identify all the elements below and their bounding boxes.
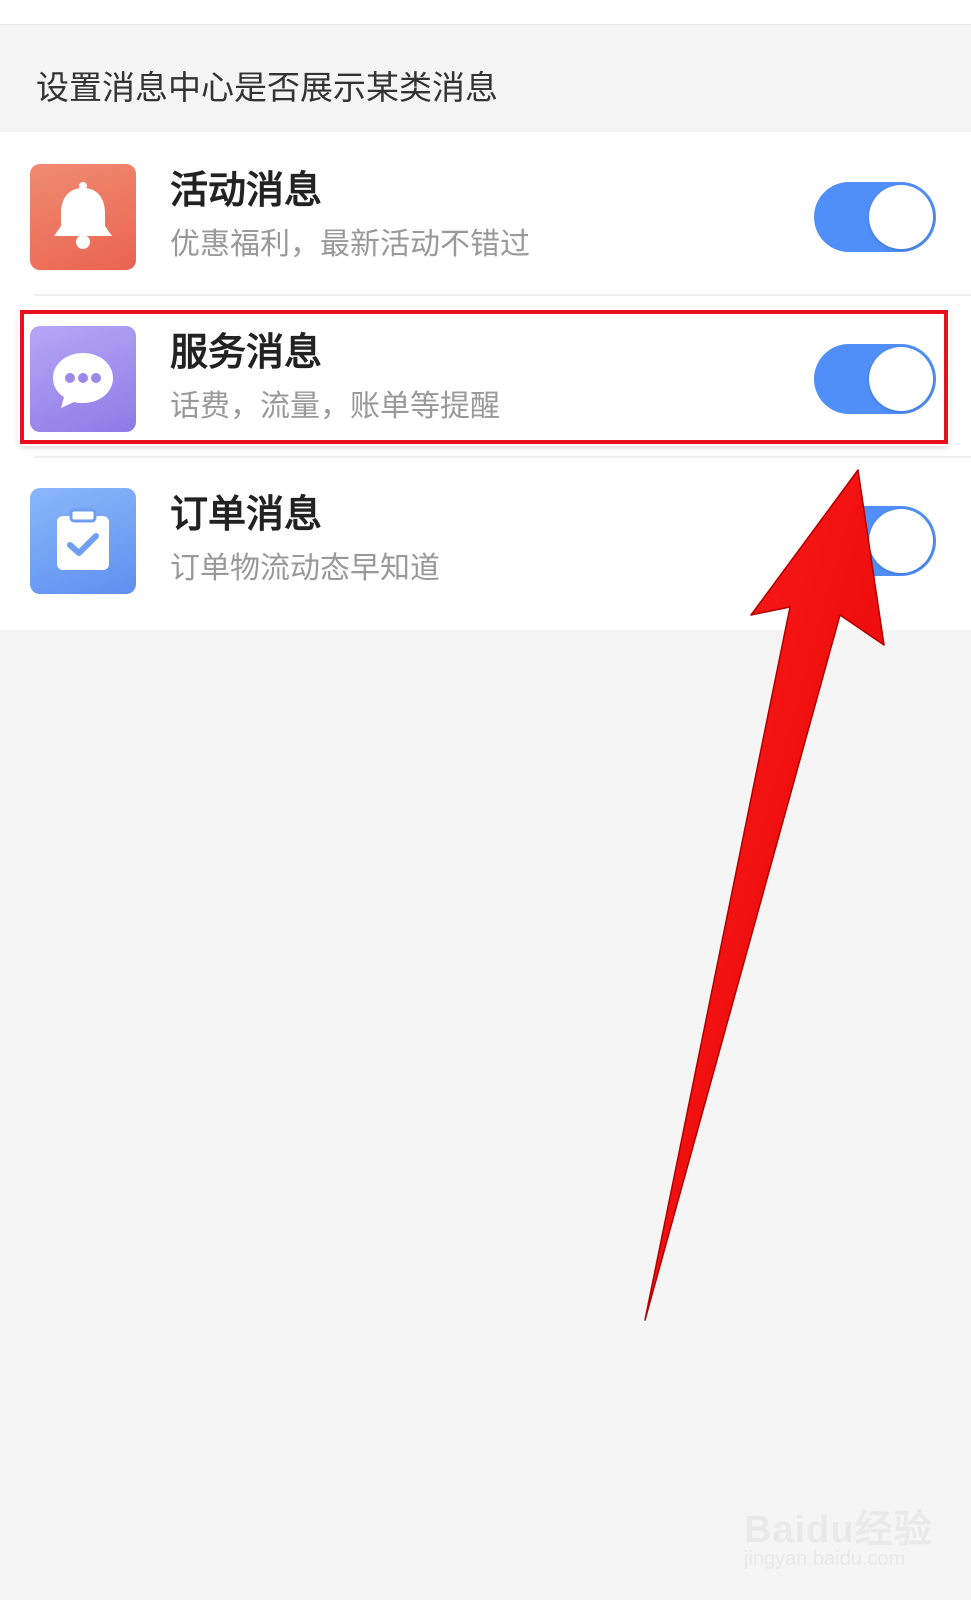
row-subtitle: 话费，流量，账单等提醒 [170, 389, 500, 424]
row-title: 订单消息 [170, 492, 323, 536]
clipboard-check-icon [30, 488, 136, 594]
service-messages-toggle[interactable] [814, 344, 936, 414]
activity-messages-toggle[interactable] [814, 182, 936, 252]
list-item-service-messages: 服务消息 话费，流量，账单等提醒 [0, 294, 971, 458]
toggle-knob [869, 347, 933, 411]
row-title: 服务消息 [170, 330, 323, 374]
top-strip [0, 0, 971, 25]
toggle-knob [869, 185, 933, 249]
section-caption: 设置消息中心是否展示某类消息 [36, 68, 498, 107]
row-subtitle: 优惠福利，最新活动不错过 [170, 227, 530, 262]
row-subtitle: 订单物流动态早知道 [170, 551, 440, 586]
bell-icon [30, 164, 136, 270]
message-type-list: 活动消息 优惠福利，最新活动不错过 服务消息 话费，流量，账单等提醒 订单消息 … [0, 132, 971, 630]
watermark: Baidu经验 jingyan.baidu.com [744, 1488, 944, 1578]
toggle-knob [869, 509, 933, 573]
list-item-activity-messages: 活动消息 优惠福利，最新活动不错过 [0, 132, 971, 296]
row-title: 活动消息 [170, 168, 323, 212]
watermark-url: jingyan.baidu.com [744, 1548, 906, 1570]
chat-bubble-icon [30, 326, 136, 432]
order-messages-toggle[interactable] [814, 506, 936, 576]
list-item-order-messages: 订单消息 订单物流动态早知道 [0, 456, 971, 620]
watermark-brand: Baidu经验 [744, 1509, 933, 1551]
